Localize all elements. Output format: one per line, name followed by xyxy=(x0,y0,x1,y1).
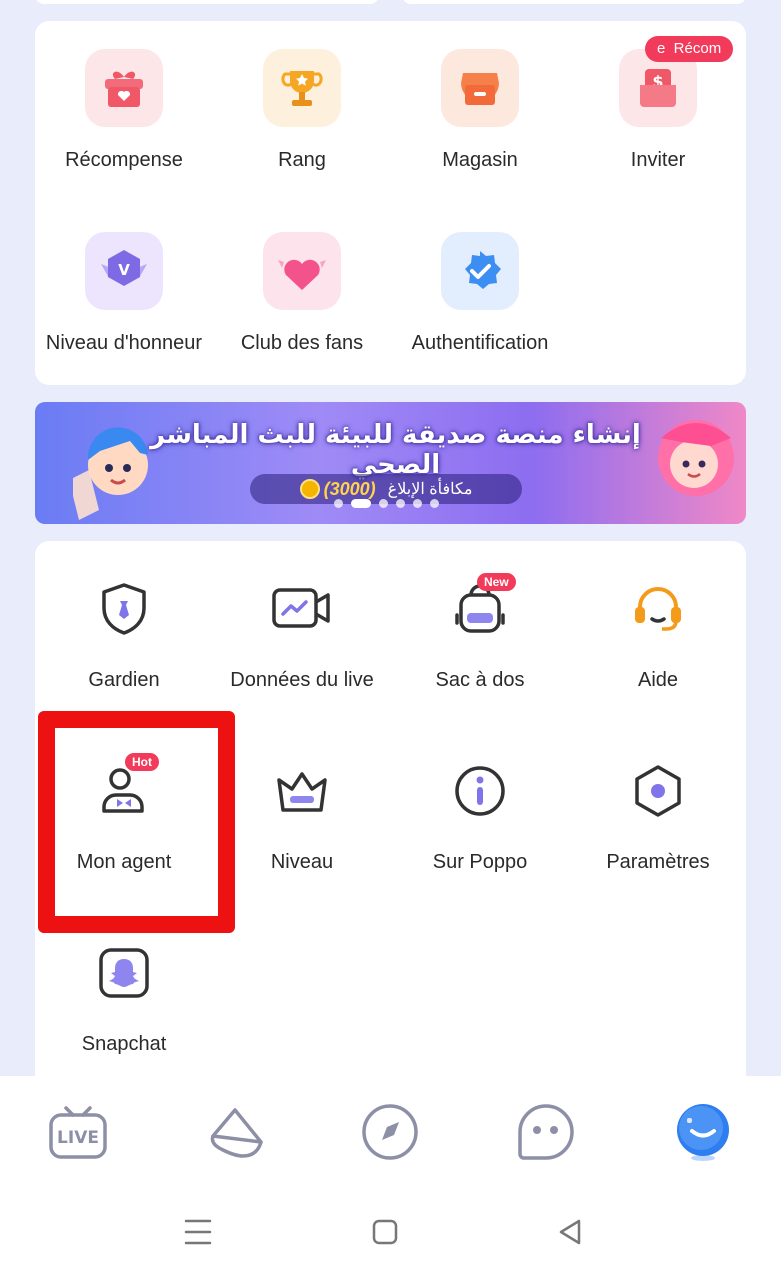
banner-title: إنشاء منصة صديقة للبيئة للبث المباشر الص… xyxy=(150,420,641,480)
grid-item-niveau-honneur[interactable]: V Niveau d'honneur xyxy=(35,232,213,362)
grid-item-label: Club des fans xyxy=(240,332,364,354)
grid-item-recompense[interactable]: Récompense xyxy=(35,49,213,179)
grid-item-label: Inviter xyxy=(630,149,686,171)
banner-pagination[interactable] xyxy=(334,499,439,508)
grid-item-donnees-live[interactable]: Données du live xyxy=(213,577,391,697)
grid-item-label: Récompense xyxy=(65,149,183,171)
grid-item-label: Gardien xyxy=(88,669,160,691)
gift-icon xyxy=(85,49,163,127)
nav-live[interactable]: LIVE xyxy=(48,1102,108,1162)
system-recents-button[interactable] xyxy=(178,1212,218,1252)
banner-dot[interactable] xyxy=(334,499,343,508)
settings-hexagon-icon xyxy=(626,759,690,823)
grid-item-label: Authentification xyxy=(411,332,549,354)
trophy-icon xyxy=(263,49,341,127)
heart-icon xyxy=(263,232,341,310)
video-camera-icon xyxy=(270,577,334,641)
grid-item-label: Sac à dos xyxy=(435,669,525,691)
new-badge: New xyxy=(477,573,516,591)
banner-reward-label: مكافأة الإبلاغ xyxy=(387,481,473,498)
nav-live-label: LIVE xyxy=(57,1128,99,1148)
banner-dot-active[interactable] xyxy=(351,499,371,508)
svg-text:V: V xyxy=(118,261,130,279)
grid-item-magasin[interactable]: Magasin xyxy=(391,49,569,179)
honor-badge-icon: V xyxy=(85,232,163,310)
recompense-badge: e Récom xyxy=(645,36,734,62)
home-square-icon xyxy=(372,1219,398,1245)
shield-icon xyxy=(92,577,156,641)
banner-dot[interactable] xyxy=(413,499,422,508)
grid-item-label: Rang xyxy=(278,149,326,171)
grid-item-inviter[interactable]: $ Inviter xyxy=(569,49,747,179)
grid-item-aide[interactable]: Aide xyxy=(569,577,747,697)
headset-icon xyxy=(626,577,690,641)
grid-item-label: Snapchat xyxy=(81,1033,167,1055)
grid-item-authentification[interactable]: Authentification xyxy=(391,232,569,362)
card-stub-left xyxy=(35,0,379,4)
grid-item-rang[interactable]: Rang xyxy=(213,49,391,179)
grid-item-label: Niveau xyxy=(270,851,334,873)
grid-item-label: Sur Poppo xyxy=(432,851,528,873)
grid-item-label: Paramètres xyxy=(606,851,710,873)
grid-item-parametres[interactable]: Paramètres xyxy=(569,759,747,879)
crown-icon xyxy=(270,759,334,823)
store-icon xyxy=(441,49,519,127)
grid-item-gardien[interactable]: Gardien xyxy=(35,577,213,697)
grid-item-label: Niveau d'honneur xyxy=(45,332,203,354)
nav-discover[interactable] xyxy=(360,1102,420,1162)
banner-dot[interactable] xyxy=(396,499,405,508)
party-cup-icon xyxy=(210,1108,263,1158)
grid-item-niveau[interactable]: Niveau xyxy=(213,759,391,879)
highlight-box xyxy=(38,711,235,933)
banner-reward-value: (3000) xyxy=(323,478,376,499)
system-back-button[interactable] xyxy=(550,1212,590,1252)
nav-party[interactable] xyxy=(205,1102,265,1162)
snapchat-icon xyxy=(92,941,156,1005)
coin-icon xyxy=(299,479,320,499)
nav-profile[interactable] xyxy=(673,1102,733,1162)
grid-item-label: Données du live xyxy=(230,669,374,691)
compass-icon xyxy=(362,1104,418,1160)
grid-item-sac-a-dos[interactable]: Sac à dos xyxy=(391,577,569,697)
features-card: Récompense Rang Magasin $ Inviter e Réco… xyxy=(35,21,746,385)
back-triangle-icon xyxy=(559,1219,581,1245)
nav-messages[interactable] xyxy=(516,1102,576,1162)
grid-item-club-fans[interactable]: Club des fans xyxy=(213,232,391,362)
banner-dot[interactable] xyxy=(430,499,439,508)
info-icon xyxy=(448,759,512,823)
grid-item-sur-poppo[interactable]: Sur Poppo xyxy=(391,759,569,879)
grid-item-label: Aide xyxy=(637,669,679,691)
banner-dot[interactable] xyxy=(379,499,388,508)
banner-character-right xyxy=(636,408,746,524)
chat-bubble-icon xyxy=(518,1104,574,1160)
profile-blob-icon xyxy=(677,1104,729,1161)
system-home-button[interactable] xyxy=(365,1212,405,1252)
card-stub-right xyxy=(402,0,746,4)
banner-reward-amount: (3000) xyxy=(299,478,376,500)
menu-icon xyxy=(184,1219,212,1245)
grid-item-label: Magasin xyxy=(442,149,518,171)
grid-item-snapchat[interactable]: Snapchat xyxy=(35,941,213,1061)
verified-icon xyxy=(441,232,519,310)
